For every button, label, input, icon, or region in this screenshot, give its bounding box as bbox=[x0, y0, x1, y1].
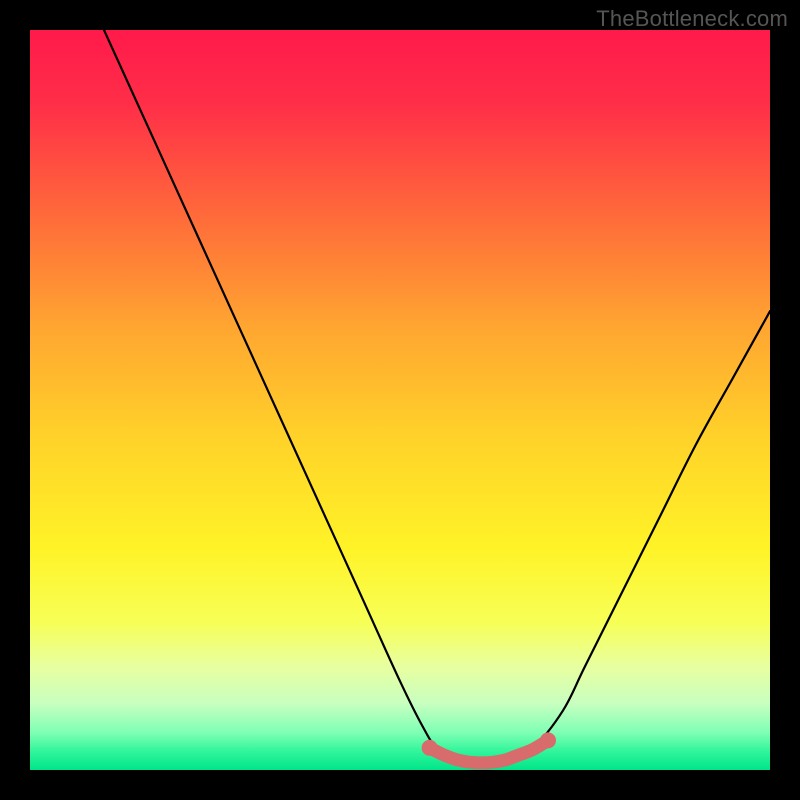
plot-area bbox=[30, 30, 770, 770]
chart-stage: TheBottleneck.com bbox=[0, 0, 800, 800]
curve-layer bbox=[30, 30, 770, 770]
watermark-text: TheBottleneck.com bbox=[596, 6, 788, 32]
bottleneck-curve bbox=[104, 30, 770, 763]
optimal-zone-markers bbox=[430, 740, 548, 763]
